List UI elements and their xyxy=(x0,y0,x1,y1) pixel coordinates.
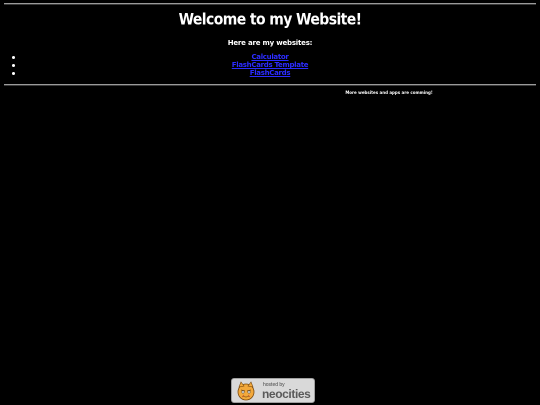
neocities-badge[interactable]: hosted by neocities xyxy=(231,378,315,403)
top-divider xyxy=(4,3,536,5)
list-item: FlashCards Template xyxy=(0,61,540,69)
list-item: FlashCards xyxy=(0,69,540,77)
coming-soon-notice: More websites and apps are comming! xyxy=(345,90,433,95)
website-list: Calculator FlashCards Template FlashCard… xyxy=(0,53,540,77)
list-item: Calculator xyxy=(0,53,540,61)
website-link-calculator[interactable]: Calculator xyxy=(251,53,288,61)
bullet-icon xyxy=(12,56,15,59)
bullet-icon xyxy=(12,72,15,75)
page-subtitle: Here are my websites: xyxy=(227,39,313,47)
neocities-cat-icon xyxy=(237,381,255,401)
website-link-flashcards[interactable]: FlashCards xyxy=(250,69,291,77)
website-link-flashcards-template[interactable]: FlashCards Template xyxy=(232,61,309,69)
page-title: Welcome to my Website! xyxy=(178,11,362,29)
page: Welcome to my Website! Here are my websi… xyxy=(0,0,540,405)
bottom-divider xyxy=(4,84,536,86)
badge-brand-label: neocities xyxy=(262,387,311,401)
bullet-icon xyxy=(12,64,15,67)
